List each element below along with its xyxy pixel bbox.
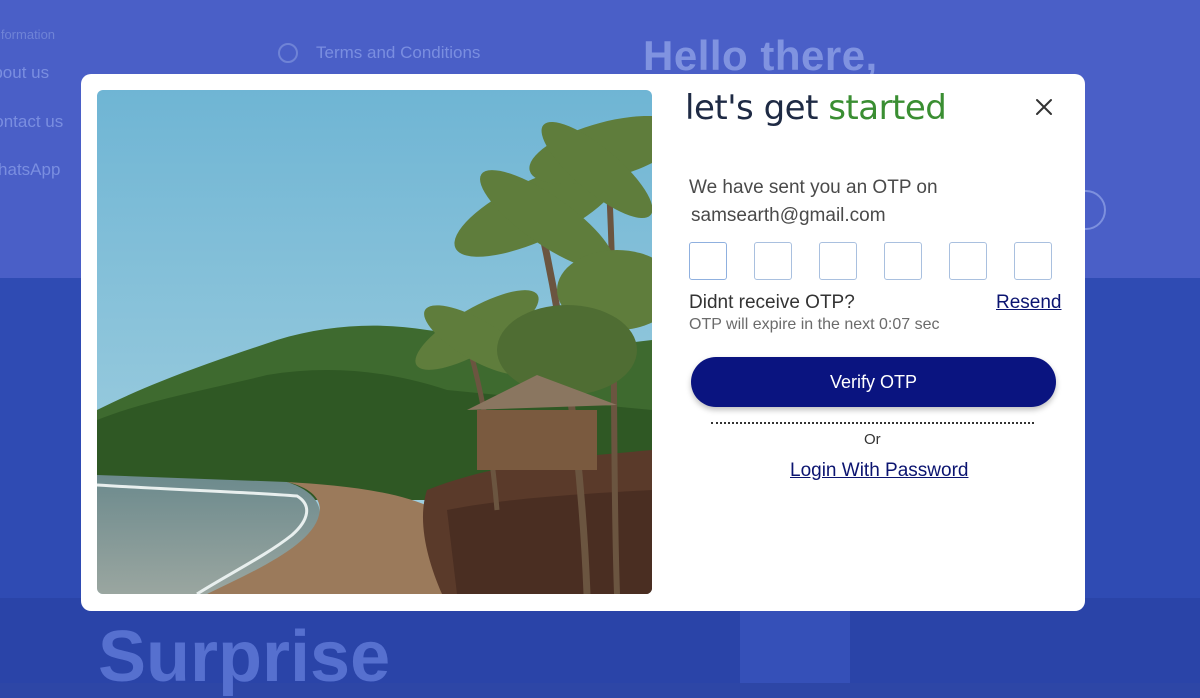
or-label: Or xyxy=(864,431,881,448)
otp-expire-text: OTP will expire in the next 0:07 sec xyxy=(689,316,940,333)
close-icon xyxy=(1036,99,1052,115)
info-icon xyxy=(278,43,298,63)
otp-digit-6[interactable] xyxy=(1014,242,1052,280)
beach-photo xyxy=(97,90,652,594)
otp-modal: let's get started We have sent you an OT… xyxy=(81,74,1085,611)
otp-digit-1[interactable] xyxy=(689,242,727,280)
bg-link-contact[interactable]: Contact us xyxy=(0,112,63,132)
otp-message-text: We have sent you an OTP on xyxy=(689,177,938,198)
otp-digit-5[interactable] xyxy=(949,242,987,280)
otp-digit-2[interactable] xyxy=(754,242,792,280)
resend-link[interactable]: Resend xyxy=(996,292,1062,314)
login-with-password-link[interactable]: Login With Password xyxy=(790,460,968,482)
close-button[interactable] xyxy=(1032,95,1056,119)
verify-otp-button[interactable]: Verify OTP xyxy=(691,357,1056,407)
bg-hero-heading: Hello there, xyxy=(643,32,878,79)
otp-digit-3[interactable] xyxy=(819,242,857,280)
bg-card xyxy=(740,600,850,683)
otp-digit-4[interactable] xyxy=(884,242,922,280)
bg-link-terms[interactable]: Terms and Conditions xyxy=(316,43,480,63)
brand-title-part1: let's get xyxy=(685,88,829,128)
brand-title-part2: started xyxy=(828,88,947,128)
brand-title: let's get started xyxy=(685,88,947,128)
bg-link-about[interactable]: About us xyxy=(0,63,49,83)
bg-link-whatsapp[interactable]: WhatsApp xyxy=(0,160,60,180)
otp-email: samsearth@gmail.com xyxy=(691,205,886,226)
otp-message: We have sent you an OTP on samsearth@gma… xyxy=(689,174,1059,230)
beach-illustration xyxy=(97,90,652,594)
divider xyxy=(711,422,1034,424)
didnt-receive-text: Didnt receive OTP? xyxy=(689,292,855,313)
bg-section-heading: Information xyxy=(0,27,56,42)
bg-bottom-heading: Surprise xyxy=(98,617,391,697)
